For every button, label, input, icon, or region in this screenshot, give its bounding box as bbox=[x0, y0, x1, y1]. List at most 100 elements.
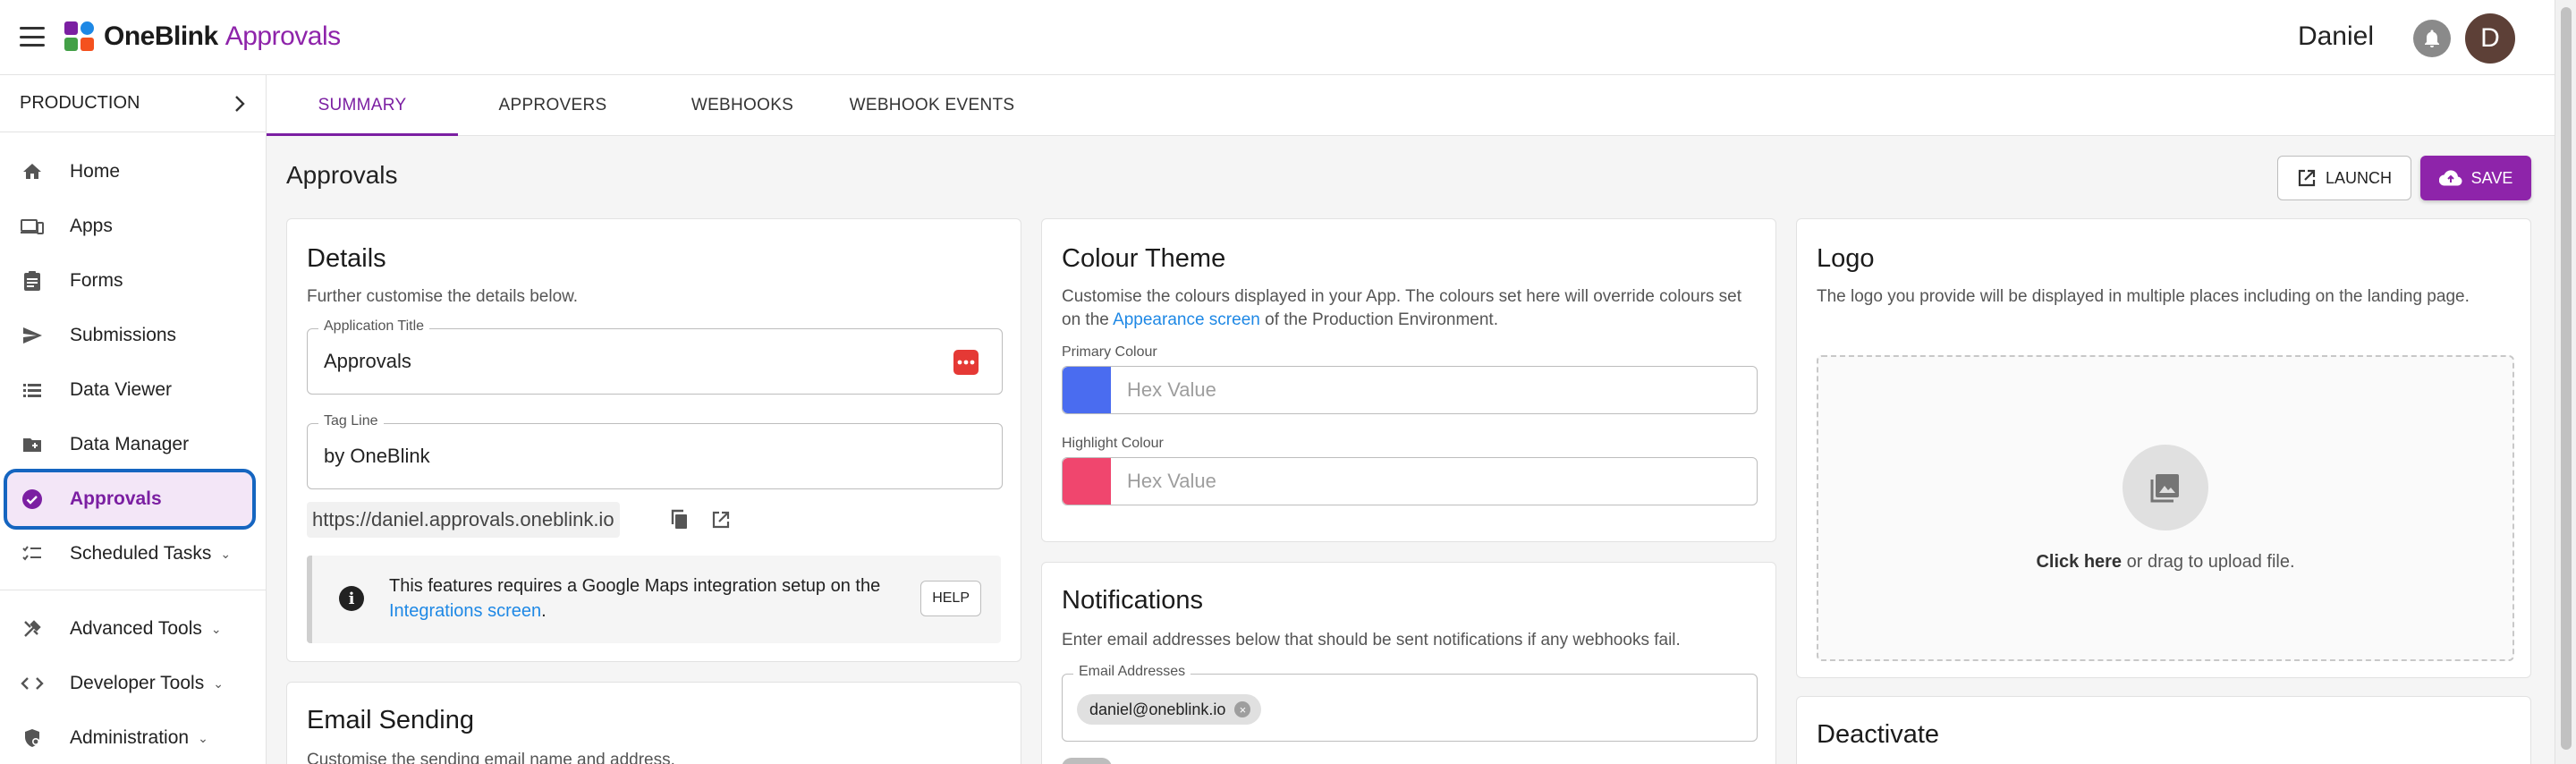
notifications-title: Notifications bbox=[1062, 586, 1203, 615]
highlight-colour-placeholder: Hex Value bbox=[1127, 470, 1216, 492]
sidebar: PRODUCTION Home Apps Forms Submissions D… bbox=[0, 75, 267, 764]
sidebar-item-label: Administration bbox=[70, 727, 190, 748]
scrollbar-thumb[interactable] bbox=[2561, 7, 2572, 750]
sidebar-item-label: Advanced Tools bbox=[70, 618, 202, 639]
sidebar-item-data-manager[interactable]: Data Manager bbox=[7, 418, 252, 471]
sidebar-item-scheduled-tasks[interactable]: Scheduled Tasks ⌄ bbox=[7, 527, 252, 581]
email-chip: daniel@oneblink.io × bbox=[1077, 694, 1262, 725]
devices-icon bbox=[20, 214, 45, 239]
details-description: Further customise the details below. bbox=[307, 287, 579, 306]
tab-summary[interactable]: SUMMARY bbox=[267, 75, 458, 136]
user-name: Daniel bbox=[2297, 21, 2374, 51]
open-in-new-icon[interactable] bbox=[711, 510, 731, 534]
sidebar-item-label: Approvals bbox=[70, 488, 162, 509]
page-scrollbar[interactable] bbox=[2555, 0, 2576, 764]
remove-chip-icon[interactable]: × bbox=[1234, 701, 1251, 717]
sidebar-item-developer-tools[interactable]: Developer Tools ⌄ bbox=[7, 657, 252, 710]
colour-theme-description: Customise the colours displayed in your … bbox=[1062, 285, 1759, 332]
chevron-right-icon bbox=[235, 95, 245, 112]
environment-selector[interactable]: PRODUCTION bbox=[0, 75, 266, 132]
notifications-bell-icon[interactable] bbox=[2413, 20, 2451, 57]
page-title: Approvals bbox=[286, 161, 398, 189]
logo-description: The logo you provide will be displayed i… bbox=[1817, 287, 2470, 306]
deactivate-title: Deactivate bbox=[1817, 720, 1940, 749]
notice-period: . bbox=[541, 601, 547, 621]
home-icon bbox=[20, 159, 45, 184]
tag-line-value: by OneBlink bbox=[324, 445, 430, 467]
sidebar-item-label: Developer Tools bbox=[70, 673, 205, 693]
notifications-toggle-row bbox=[1042, 758, 1775, 764]
details-card: Details Further customise the details be… bbox=[286, 218, 1021, 662]
logo-title: Logo bbox=[1817, 244, 1875, 273]
logo-upload-dropzone[interactable]: Click here or drag to upload file. bbox=[1817, 355, 2514, 661]
primary-colour-label: Primary Colour bbox=[1062, 344, 1157, 360]
sidebar-item-label: Submissions bbox=[70, 325, 177, 345]
cloud-upload-icon bbox=[2438, 170, 2462, 186]
notice-text: This features requires a Google Maps int… bbox=[389, 573, 880, 624]
sidebar-item-administration[interactable]: Administration ⌄ bbox=[7, 711, 252, 764]
highlight-colour-input[interactable]: Hex Value bbox=[1062, 457, 1758, 505]
help-button[interactable]: HELP bbox=[920, 581, 981, 616]
sidebar-item-advanced-tools[interactable]: Advanced Tools ⌄ bbox=[7, 602, 252, 656]
sidebar-item-label: Data Viewer bbox=[70, 379, 173, 400]
notifications-card: Notifications Enter email addresses belo… bbox=[1041, 562, 1776, 764]
tag-line-field[interactable]: Tag Line by OneBlink bbox=[307, 413, 1003, 489]
tab-bar: SUMMARY APPROVERS WEBHOOKS WEBHOOK EVENT… bbox=[267, 75, 2555, 136]
admin-icon bbox=[20, 726, 45, 751]
copy-icon[interactable] bbox=[670, 509, 690, 535]
save-label: SAVE bbox=[2470, 168, 2513, 187]
email-sending-card: Email Sending Customise the sending emai… bbox=[286, 682, 1021, 764]
notifications-toggle[interactable] bbox=[1062, 758, 1112, 764]
logo-card: Logo The logo you provide will be displa… bbox=[1796, 218, 2531, 678]
open-in-new-icon bbox=[2298, 169, 2316, 187]
primary-colour-input[interactable]: Hex Value bbox=[1062, 366, 1758, 414]
notifications-description: Enter email addresses below that should … bbox=[1062, 631, 1681, 649]
sidebar-item-label: Home bbox=[70, 161, 121, 182]
sidebar-item-data-viewer[interactable]: Data Viewer bbox=[7, 363, 252, 417]
sidebar-item-approvals[interactable]: Approvals bbox=[4, 469, 256, 530]
application-title-field[interactable]: Application Title Approvals bbox=[307, 318, 1003, 395]
details-title: Details bbox=[307, 244, 386, 273]
sidebar-item-forms[interactable]: Forms bbox=[7, 254, 252, 308]
chevron-down-icon: ⌄ bbox=[210, 621, 222, 636]
tab-webhook-events[interactable]: WEBHOOK EVENTS bbox=[837, 75, 1027, 136]
upload-click-here[interactable]: Click here bbox=[2036, 552, 2122, 572]
sidebar-item-label: Scheduled Tasks bbox=[70, 543, 212, 564]
chevron-down-icon: ⌄ bbox=[220, 546, 232, 561]
sidebar-item-home[interactable]: Home bbox=[7, 145, 252, 199]
brand-product: Approvals bbox=[225, 21, 341, 51]
tab-approvers[interactable]: APPROVERS bbox=[458, 75, 648, 136]
primary-colour-swatch[interactable] bbox=[1063, 367, 1111, 413]
chevron-down-icon: ⌄ bbox=[213, 675, 224, 691]
avatar[interactable]: D bbox=[2465, 13, 2515, 64]
info-icon: i bbox=[339, 586, 364, 611]
tab-webhooks[interactable]: WEBHOOKS bbox=[648, 75, 837, 136]
launch-button[interactable]: LAUNCH bbox=[2277, 156, 2411, 200]
sidebar-item-label: Apps bbox=[70, 216, 113, 236]
deactivate-card: Deactivate bbox=[1796, 696, 2531, 764]
menu-icon[interactable] bbox=[20, 27, 45, 47]
highlight-colour-label: Highlight Colour bbox=[1062, 436, 1164, 451]
email-chip-label: daniel@oneblink.io bbox=[1089, 700, 1226, 718]
password-manager-icon[interactable] bbox=[953, 350, 979, 375]
integrations-screen-link[interactable]: Integrations screen bbox=[389, 601, 541, 621]
email-addresses-field[interactable]: Email Addresses daniel@oneblink.io × bbox=[1062, 664, 1758, 742]
image-upload-icon bbox=[2123, 445, 2208, 531]
notice-message: This features requires a Google Maps int… bbox=[389, 576, 881, 596]
sidebar-item-submissions[interactable]: Submissions bbox=[7, 309, 252, 362]
save-button[interactable]: SAVE bbox=[2420, 156, 2531, 200]
highlight-colour-swatch[interactable] bbox=[1063, 458, 1111, 505]
application-title-value: Approvals bbox=[324, 350, 411, 372]
launch-label: LAUNCH bbox=[2325, 168, 2392, 187]
sidebar-item-label: Forms bbox=[70, 270, 123, 291]
appearance-screen-link[interactable]: Appearance screen bbox=[1113, 310, 1260, 329]
oneblink-logo-icon bbox=[64, 21, 95, 52]
upload-instructions: Click here or drag to upload file. bbox=[1818, 552, 2512, 573]
list-icon bbox=[20, 378, 45, 403]
app-logo[interactable]: OneBlink Approvals bbox=[64, 21, 341, 52]
email-sending-description: Customise the sending email name and add… bbox=[307, 751, 675, 764]
sidebar-item-apps[interactable]: Apps bbox=[7, 199, 252, 253]
code-icon bbox=[20, 671, 45, 696]
colour-theme-title: Colour Theme bbox=[1062, 244, 1226, 273]
colour-theme-text-end: of the Production Environment. bbox=[1265, 310, 1498, 329]
